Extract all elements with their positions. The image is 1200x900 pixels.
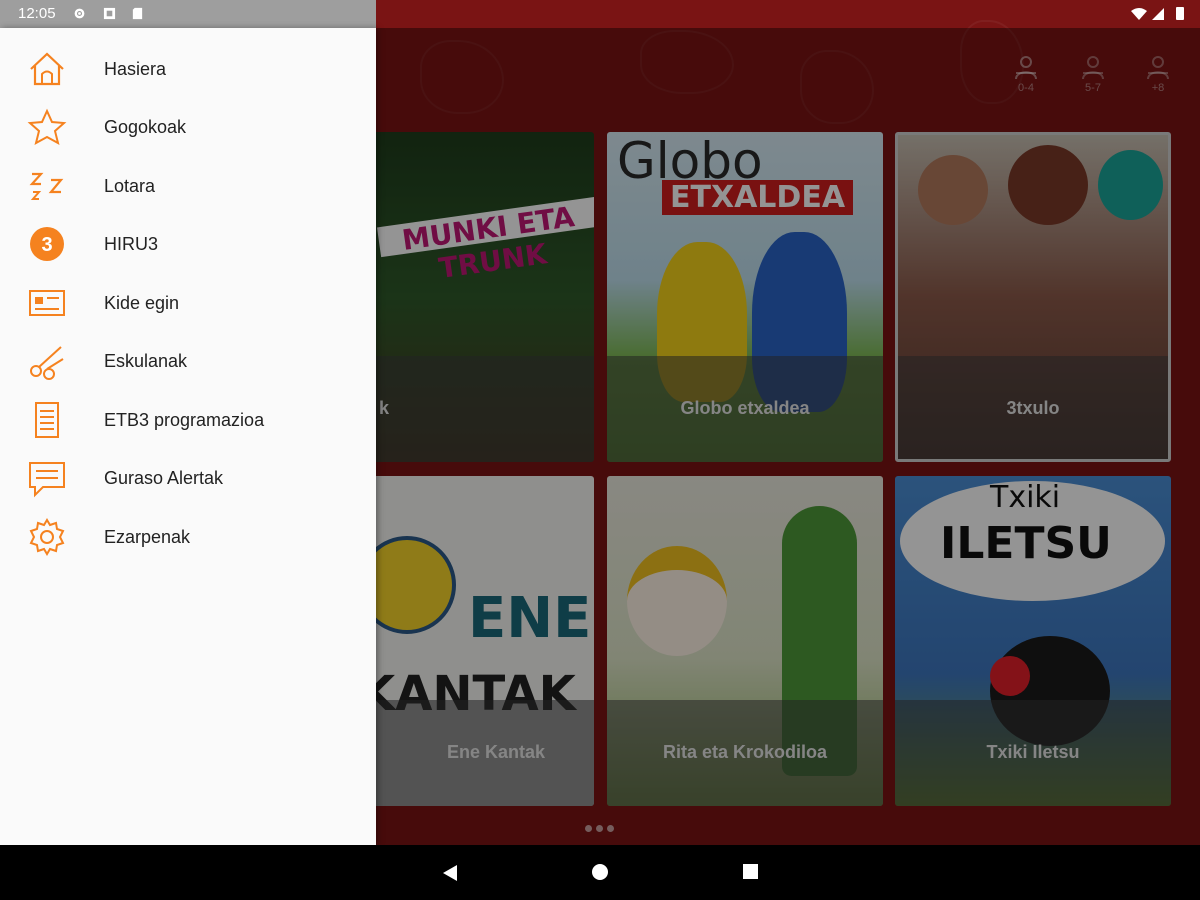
member-card-icon [29,290,65,316]
drawer-item-gogokoak[interactable]: Gogokoak [0,97,376,155]
show-character [1098,150,1163,220]
child-icon [1147,56,1169,80]
card-title: 3txulo [1006,398,1060,418]
child-icon [1082,56,1104,80]
show-logo-subtitle: ETXALDEA [662,180,854,215]
pager-dot [585,825,592,832]
battery-icon [1176,7,1184,20]
drawer-item-hasiera[interactable]: Hasiera [0,39,376,97]
card-title: Globo etxaldea [680,398,810,418]
show-character [1008,145,1088,225]
message-icon [29,462,65,498]
drawer-item-label: Gogokoak [104,117,187,137]
background-doodle [800,50,874,124]
gear-icon [29,518,65,556]
svg-text:3: 3 [41,234,52,256]
age-filter-label: 0-4 [1018,82,1034,94]
pager-dot [596,825,603,832]
star-icon [27,108,67,145]
back-icon[interactable] [441,863,459,883]
home-nav-icon[interactable] [591,863,609,881]
show-logo: ENE [468,586,592,651]
home-icon [30,52,64,86]
age-filter-label: 5-7 [1085,82,1101,94]
background-doodle [420,40,504,114]
status-bar-left: 12:05 [0,0,376,28]
drawer-item-eskulanak[interactable]: Eskulanak [0,331,376,389]
drawer-item-guraso-alertak[interactable]: Guraso Alertak [0,448,376,506]
show-logo: Txiki [990,480,1061,515]
show-card-rita-krokodiloa[interactable]: Rita eta Krokodiloa [607,476,883,806]
child-icon [1015,56,1037,80]
settings-status-icon [74,8,85,19]
show-logo: MUNKI ETA TRUNK [376,196,594,285]
age-filter-0-4[interactable]: 0-4 [1008,55,1044,94]
show-card-globo-etxaldea[interactable]: Globo ETXALDEA Globo etxaldea [607,132,883,462]
card-title: Rita eta Krokodiloa [662,742,828,762]
status-bar: 12:05 [0,0,1200,28]
recents-icon[interactable] [742,863,759,880]
app-screen: 0-4 5-7 +8 MUNKI ETA TRUNK k Globo ETXAL… [0,0,1200,845]
drawer-item-label: Guraso Alertak [104,468,224,488]
sleep-icon [29,172,64,200]
age-filter-8-plus[interactable]: +8 [1140,55,1176,94]
drawer-item-label: Kide egin [104,293,180,313]
drawer-item-label: Hasiera [104,59,167,79]
background-doodle [640,30,734,94]
schedule-icon [35,402,59,438]
card-title: Ene Kantak [446,742,546,762]
drawer-item-label: Lotara [104,176,156,196]
show-character [627,546,727,656]
drawer-item-ezarpenak[interactable]: Ezarpenak [0,507,376,565]
drawer-item-etb3-programazioa[interactable]: ETB3 programazioa [0,390,376,448]
show-character-nose [990,656,1030,696]
drawer-item-hiru3[interactable]: 3 HIRU3 [0,214,376,272]
signal-icon [1152,8,1164,20]
system-status-icons [1131,7,1184,20]
card-title: Txiki Iletsu [986,742,1080,762]
sd-card-icon [132,7,143,20]
wifi-icon [1131,8,1147,20]
drawer-item-label: Eskulanak [104,351,188,371]
show-logo-subtitle: ILETSU [940,518,1112,569]
show-card-txiki-iletsu[interactable]: Txiki ILETSU Txiki Iletsu [895,476,1171,806]
age-filter-label: +8 [1151,82,1165,94]
hiru3-icon: 3 [30,227,64,261]
drawer-item-lotara[interactable]: Lotara [0,156,376,214]
navigation-drawer: Hasiera Gogokoak Lotara 3 HIRU3 Kide egi… [0,28,376,845]
text-status-icon [103,7,116,20]
show-character [918,155,988,225]
age-filter-5-7[interactable]: 5-7 [1075,55,1111,94]
drawer-item-label: HIRU3 [104,234,159,254]
show-card-3txulo[interactable]: 3txulo [895,132,1171,462]
drawer-item-kide-egin[interactable]: Kide egin [0,273,376,331]
pager-dot [607,825,614,832]
drawer-item-label: Ezarpenak [104,527,191,547]
scissors-icon [30,346,64,380]
status-time: 12:05 [18,5,56,22]
drawer-item-label: ETB3 programazioa [104,410,265,430]
system-navigation-bar [0,845,1200,900]
